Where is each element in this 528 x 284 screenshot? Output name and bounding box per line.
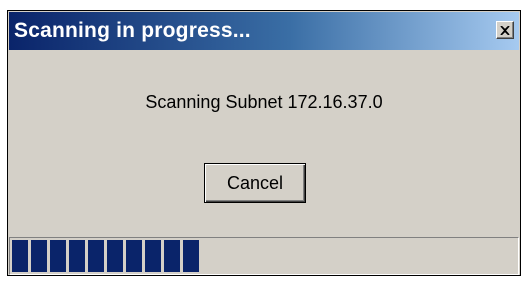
progress-fill (12, 240, 199, 272)
progress-block (31, 240, 47, 272)
title-bar[interactable]: Scanning in progress... (9, 12, 519, 50)
progress-block (50, 240, 66, 272)
progress-block (69, 240, 85, 272)
progress-bar (9, 237, 519, 275)
cancel-button[interactable]: Cancel (204, 163, 306, 203)
close-icon (500, 25, 510, 35)
scan-status-message: Scanning Subnet 172.16.37.0 (145, 92, 383, 112)
scan-progress-dialog: Scanning in progress... Scanning Subnet … (7, 10, 521, 276)
progress-block (12, 240, 28, 272)
progress-block (183, 240, 199, 272)
progress-block (145, 240, 161, 272)
progress-block (126, 240, 142, 272)
progress-block (107, 240, 123, 272)
dialog-title: Scanning in progress... (14, 19, 251, 42)
close-button[interactable] (496, 21, 514, 39)
progress-block (88, 240, 104, 272)
progress-block (164, 240, 180, 272)
